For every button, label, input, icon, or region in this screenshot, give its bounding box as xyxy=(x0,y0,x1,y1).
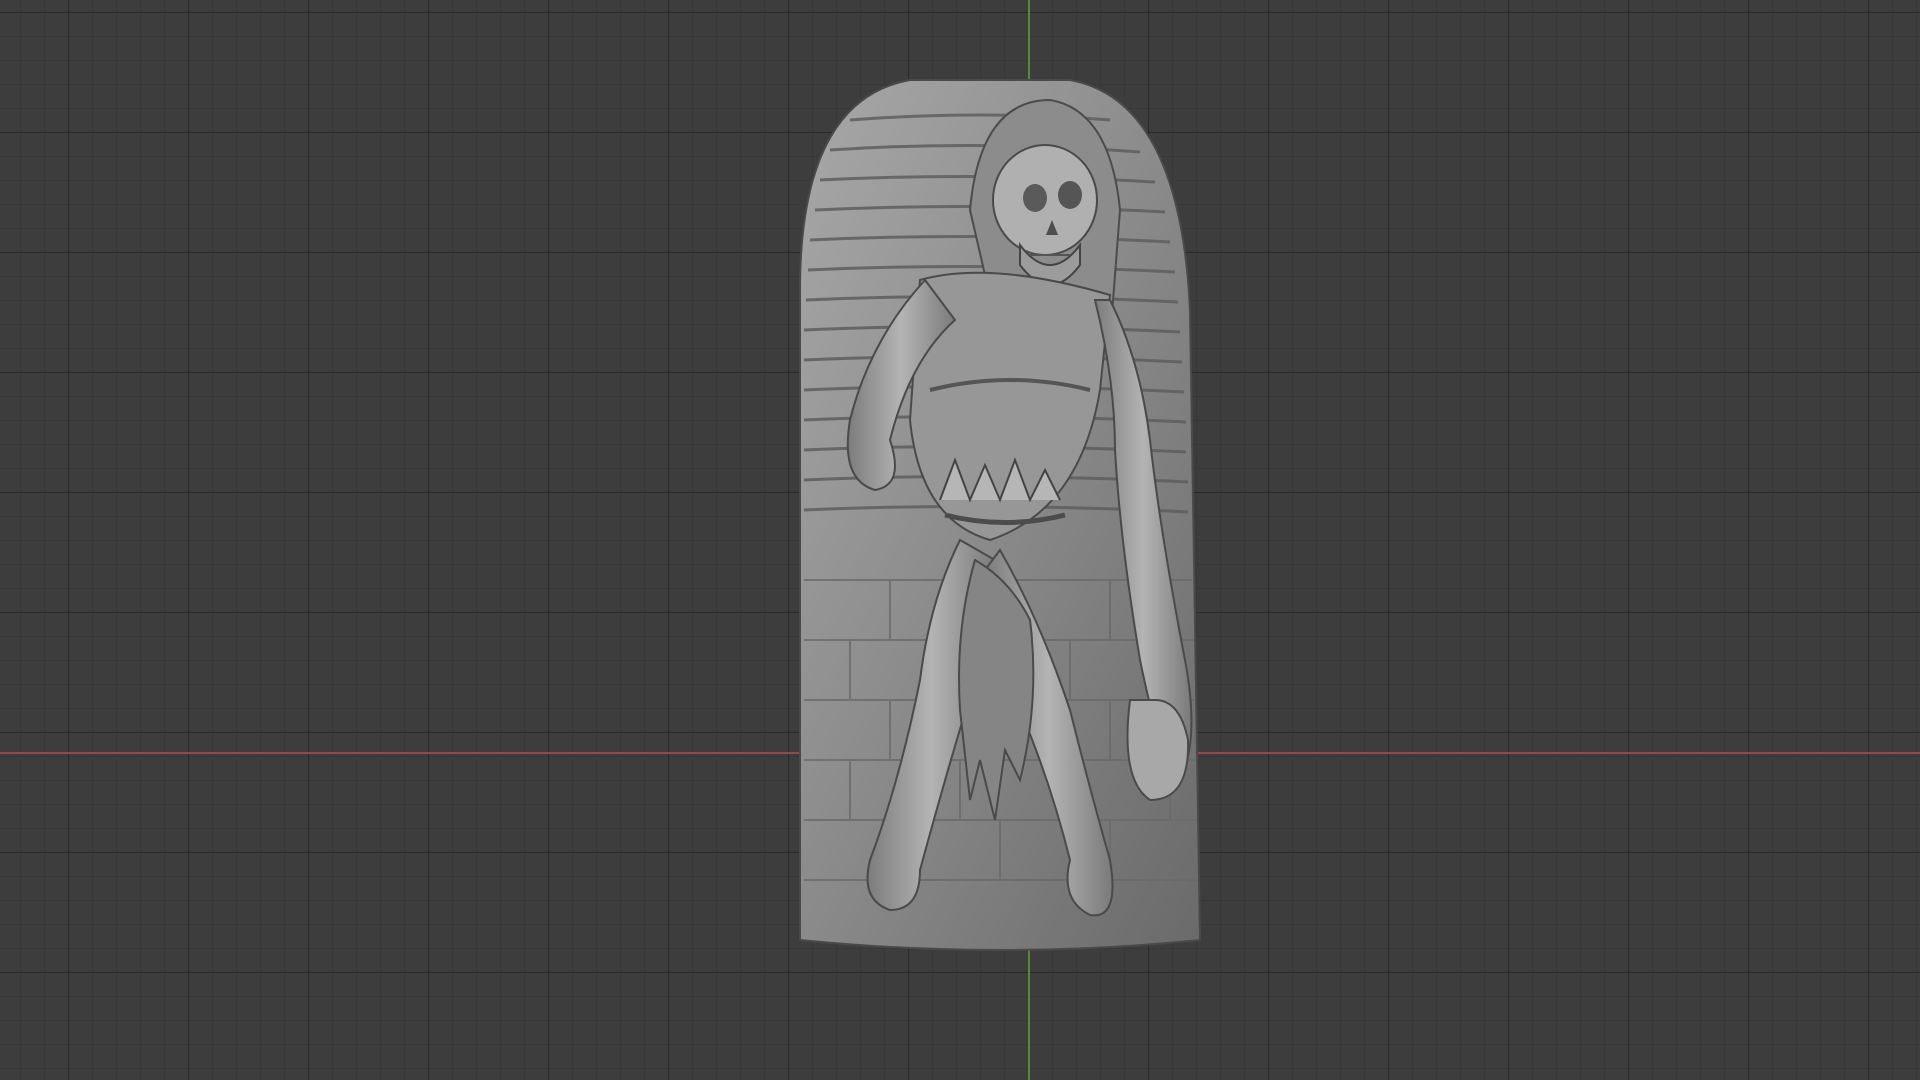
sculpted-model[interactable] xyxy=(780,60,1220,980)
right-hand xyxy=(1126,699,1190,802)
3d-viewport[interactable] xyxy=(0,0,1920,1080)
